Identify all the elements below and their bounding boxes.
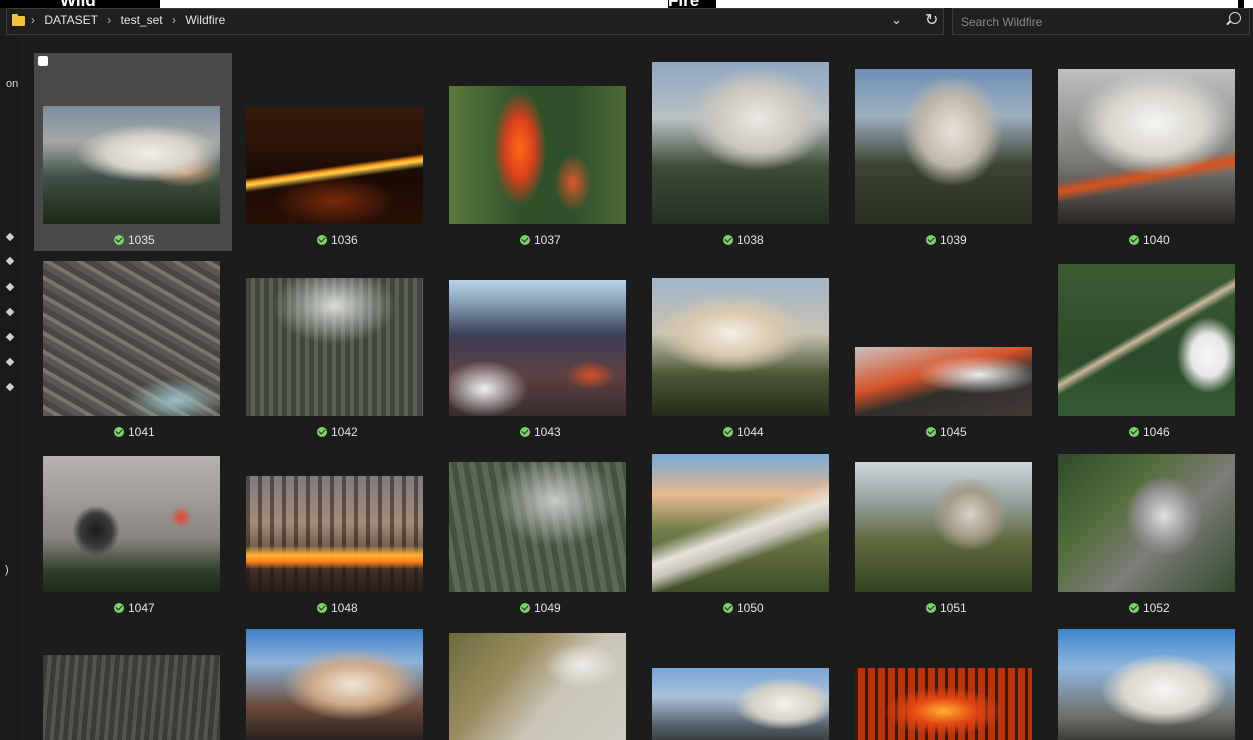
chevron-right-icon: › [107,13,112,27]
file-label-1041[interactable]: 1041 [114,425,155,439]
thumbnail-partial[interactable] [449,633,626,740]
thumbnail-1041[interactable] [43,261,220,416]
check-circle-icon [1129,427,1139,437]
file-label-1044[interactable]: 1044 [723,425,764,439]
refresh-icon[interactable]: ↻ [925,10,938,30]
chevron-down-icon[interactable]: ⌄ [891,12,902,28]
navigation-pane: on ) [0,36,18,740]
thumbnail-1045[interactable] [855,347,1032,416]
window-title-right: Fire [668,0,699,8]
thumbnail-1046[interactable] [1058,264,1235,416]
check-circle-icon [520,235,530,245]
check-circle-icon [520,603,530,613]
file-label-1050[interactable]: 1050 [723,601,764,615]
thumbnail-1044[interactable] [652,278,829,416]
address-bar[interactable]: › DATASET › test_set › Wildfire ⌄ ↻ [6,8,944,35]
file-label-1048[interactable]: 1048 [317,601,358,615]
thumbnail-1043[interactable] [449,280,626,416]
check-circle-icon [926,427,936,437]
file-label-1035[interactable]: 1035 [114,233,155,247]
thumbnail-1050[interactable] [652,454,829,592]
thumbnail-partial[interactable] [43,655,220,740]
file-label-1040[interactable]: 1040 [1129,233,1170,247]
search-input[interactable] [959,12,1213,32]
check-circle-icon [114,235,124,245]
file-label-1042[interactable]: 1042 [317,425,358,439]
thumbnail-1042[interactable] [246,278,423,416]
thumbnail-partial[interactable] [855,668,1032,740]
thumbnail-1051[interactable] [855,462,1032,592]
thumbnail-1052[interactable] [1058,454,1235,592]
file-label-1045[interactable]: 1045 [926,425,967,439]
thumbnail-partial[interactable] [652,668,829,740]
search-box[interactable] [952,8,1250,35]
thumbnail-partial[interactable] [246,629,423,740]
pin-icon [5,382,15,392]
pin-icon [5,307,15,317]
breadcrumb-dataset[interactable]: DATASET [44,13,98,27]
breadcrumb-test-set[interactable]: test_set [121,13,163,27]
thumbnail-partial[interactable] [1058,629,1235,740]
check-circle-icon [723,235,733,245]
thumbnail-1049[interactable] [449,462,626,592]
file-label-1043[interactable]: 1043 [520,425,561,439]
title-black-segment-3 [1238,0,1244,8]
nav-fragment-label[interactable]: on [6,78,18,90]
check-circle-icon [723,603,733,613]
window-title-strip: Wild Fire [0,0,1253,8]
select-checkbox[interactable] [38,56,48,66]
thumbnail-1036[interactable] [246,108,423,224]
file-label-1046[interactable]: 1046 [1129,425,1170,439]
chevron-right-icon: › [31,13,35,27]
chevron-right-icon: › [171,13,176,27]
thumbnail-1048[interactable] [246,476,423,592]
pin-icon [5,282,15,292]
check-circle-icon [317,427,327,437]
file-label-1039[interactable]: 1039 [926,233,967,247]
thumbnail-1047[interactable] [43,456,220,592]
file-label-1052[interactable]: 1052 [1129,601,1170,615]
thumbnail-1035[interactable] [43,106,220,224]
file-label-1049[interactable]: 1049 [520,601,561,615]
check-circle-icon [926,603,936,613]
check-circle-icon [1129,603,1139,613]
pin-icon [5,232,15,242]
pin-icon [5,332,15,342]
pin-icon [5,256,15,266]
thumbnail-1037[interactable] [449,86,626,224]
check-circle-icon [317,235,327,245]
check-circle-icon [114,603,124,613]
file-label-1036[interactable]: 1036 [317,233,358,247]
nav-fragment-bottom[interactable]: ) [5,564,9,576]
check-circle-icon [520,427,530,437]
check-circle-icon [114,427,124,437]
search-icon[interactable] [1229,12,1241,24]
file-label-1051[interactable]: 1051 [926,601,967,615]
thumbnail-1038[interactable] [652,62,829,224]
breadcrumb-wildfire[interactable]: Wildfire [185,13,225,27]
check-circle-icon [926,235,936,245]
file-label-1047[interactable]: 1047 [114,601,155,615]
folder-icon [12,14,25,26]
breadcrumb: › DATASET › test_set › Wildfire [31,13,231,27]
file-label-1037[interactable]: 1037 [520,233,561,247]
check-circle-icon [317,603,327,613]
pin-icon [5,357,15,367]
check-circle-icon [723,427,733,437]
file-label-1038[interactable]: 1038 [723,233,764,247]
window-title-left: Wild [60,0,96,8]
thumbnail-1040[interactable] [1058,69,1235,224]
check-circle-icon [1129,235,1139,245]
thumbnail-1039[interactable] [855,69,1032,224]
